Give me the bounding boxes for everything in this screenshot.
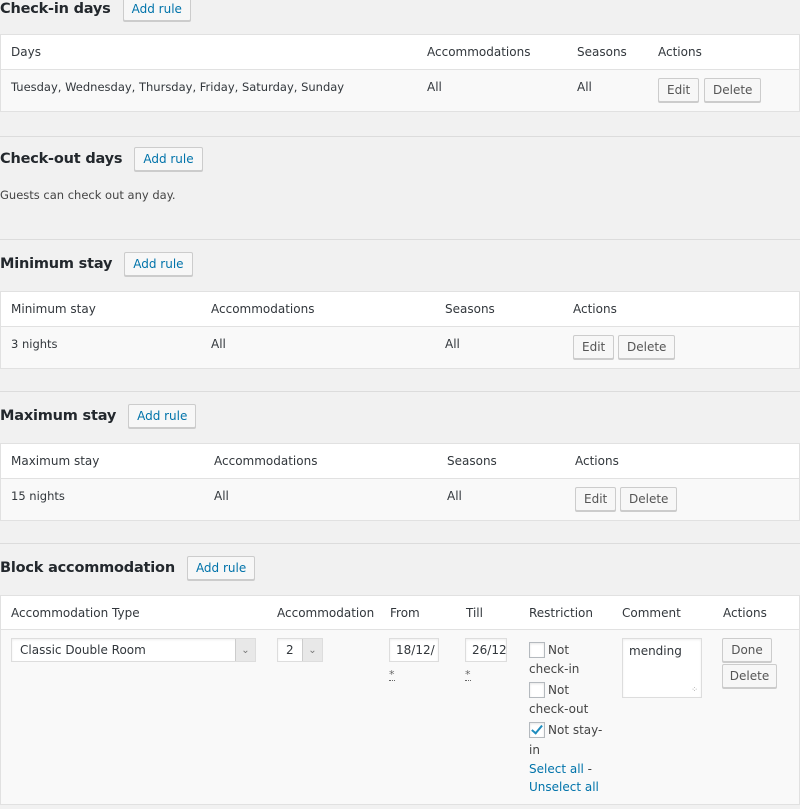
accommodations-value: All	[211, 337, 226, 351]
minstay-title: Minimum stay	[0, 256, 113, 272]
column-header-minimum-stay: Minimum stay	[11, 302, 96, 316]
comment-textarea[interactable]: mending ⁘	[622, 638, 702, 698]
block-table: Accommodation Type Accommodation From Ti…	[0, 595, 800, 805]
not-checkout-label: Not	[548, 683, 570, 697]
checkin-table: Days Accommodations Seasons Actions Tues…	[0, 34, 800, 112]
not-checkin-label-cont: check-in	[529, 662, 580, 676]
checkout-title: Check-out days	[0, 151, 123, 167]
maxstay-title: Maximum stay	[0, 408, 117, 424]
checkin-title: Check-in days	[0, 1, 111, 17]
restriction-not-checkin[interactable]: Not	[529, 642, 569, 658]
edit-button[interactable]: Edit	[658, 78, 700, 102]
checkout-note: Guests can check out any day.	[0, 188, 176, 202]
column-header-comment: Comment	[622, 606, 681, 620]
column-header-accommodation-type: Accommodation Type	[11, 606, 140, 620]
minstay-value: 3 nights	[11, 337, 58, 351]
delete-button[interactable]: Delete	[620, 487, 678, 511]
checkout-add-rule-button[interactable]: Add rule	[134, 147, 203, 171]
accommodation-type-value: Classic Double Room	[20, 643, 146, 657]
checkout-header: Check-out days Add rule	[0, 147, 203, 171]
accommodations-value: All	[427, 80, 442, 94]
minstay-add-rule-button[interactable]: Add rule	[124, 252, 193, 276]
column-header-actions: Actions	[658, 45, 702, 59]
minstay-table: Minimum stay Accommodations Seasons Acti…	[0, 291, 800, 369]
chevron-down-icon: ⌄	[302, 639, 322, 661]
restriction-not-stayin[interactable]: Not stay-	[529, 722, 602, 738]
done-button[interactable]: Done	[722, 638, 772, 662]
column-header-actions: Actions	[575, 454, 619, 468]
delete-button[interactable]: Delete	[618, 335, 676, 359]
column-header-maximum-stay: Maximum stay	[11, 454, 100, 468]
section-divider	[0, 543, 800, 544]
from-required-mark: *	[389, 668, 395, 681]
maxstay-value: 15 nights	[11, 489, 65, 503]
block-title: Block accommodation	[0, 560, 175, 576]
table-row: 15 nights All All Edit Delete	[1, 479, 799, 520]
block-add-rule-button[interactable]: Add rule	[186, 556, 256, 580]
column-header-seasons: Seasons	[445, 302, 495, 316]
column-header-seasons: Seasons	[577, 45, 627, 59]
seasons-value: All	[577, 80, 592, 94]
from-date-input[interactable]: 18/12/	[389, 638, 439, 662]
minstay-header: Minimum stay Add rule	[0, 252, 193, 276]
column-header-days: Days	[11, 45, 41, 59]
comment-value: mending	[629, 644, 682, 658]
select-all-link[interactable]: Select all	[529, 762, 584, 776]
column-header-accommodations: Accommodations	[211, 302, 315, 316]
not-checkout-checkbox[interactable]	[529, 682, 545, 698]
column-header-accommodations: Accommodations	[427, 45, 531, 59]
select-all-row: Select all -	[529, 762, 592, 776]
column-header-actions: Actions	[573, 302, 617, 316]
column-header-restriction: Restriction	[529, 606, 593, 620]
checkin-add-rule-button[interactable]: Add rule	[122, 0, 191, 21]
section-divider	[0, 391, 800, 392]
delete-button[interactable]: Delete	[722, 664, 777, 688]
table-row: Tuesday, Wednesday, Thursday, Friday, Sa…	[1, 70, 799, 111]
column-header-from: From	[390, 606, 420, 620]
checkin-header: Check-in days Add rule	[0, 0, 191, 21]
column-header-actions: Actions	[723, 606, 767, 620]
table-header-row: Accommodation Type Accommodation From Ti…	[1, 596, 799, 630]
delete-button[interactable]: Delete	[704, 78, 762, 102]
seasons-value: All	[445, 337, 460, 351]
till-required-mark: *	[465, 668, 471, 681]
restriction-not-checkout[interactable]: Not	[529, 682, 569, 698]
table-header-row: Maximum stay Accommodations Seasons Acti…	[1, 444, 799, 479]
resize-grip-icon[interactable]: ⁘	[691, 686, 698, 694]
days-value: Tuesday, Wednesday, Thursday, Friday, Sa…	[11, 80, 345, 94]
maxstay-table: Maximum stay Accommodations Seasons Acti…	[0, 443, 800, 521]
not-checkin-checkbox[interactable]	[529, 642, 545, 658]
not-stayin-label-cont: in	[529, 743, 540, 757]
accommodation-value: 2	[286, 643, 294, 657]
not-checkout-label-cont: check-out	[529, 702, 589, 716]
chevron-down-icon: ⌄	[235, 639, 255, 661]
table-header-row: Minimum stay Accommodations Seasons Acti…	[1, 292, 799, 327]
not-checkin-label: Not	[548, 643, 570, 657]
not-stayin-label: Not stay-	[548, 723, 603, 737]
column-header-accommodation: Accommodation	[277, 606, 375, 620]
till-date-input[interactable]: 26/12	[465, 638, 507, 662]
column-header-seasons: Seasons	[447, 454, 497, 468]
link-separator: -	[583, 762, 593, 776]
section-divider	[0, 239, 800, 240]
accommodation-select[interactable]: 2 ⌄	[277, 638, 323, 662]
column-header-accommodations: Accommodations	[214, 454, 318, 468]
unselect-all-link[interactable]: Unselect all	[529, 780, 599, 794]
column-header-till: Till	[466, 606, 483, 620]
accommodation-type-select[interactable]: Classic Double Room ⌄	[11, 638, 256, 662]
table-row: 3 nights All All Edit Delete	[1, 327, 799, 368]
not-stayin-checkbox[interactable]	[529, 722, 545, 738]
maxstay-add-rule-button[interactable]: Add rule	[128, 404, 197, 428]
section-divider	[0, 136, 800, 137]
edit-button[interactable]: Edit	[575, 487, 617, 511]
accommodations-value: All	[214, 489, 229, 503]
table-header-row: Days Accommodations Seasons Actions	[1, 35, 799, 70]
edit-button[interactable]: Edit	[573, 335, 615, 359]
seasons-value: All	[447, 489, 462, 503]
block-header: Block accommodation Add rule	[0, 556, 256, 580]
maxstay-header: Maximum stay Add rule	[0, 404, 197, 428]
